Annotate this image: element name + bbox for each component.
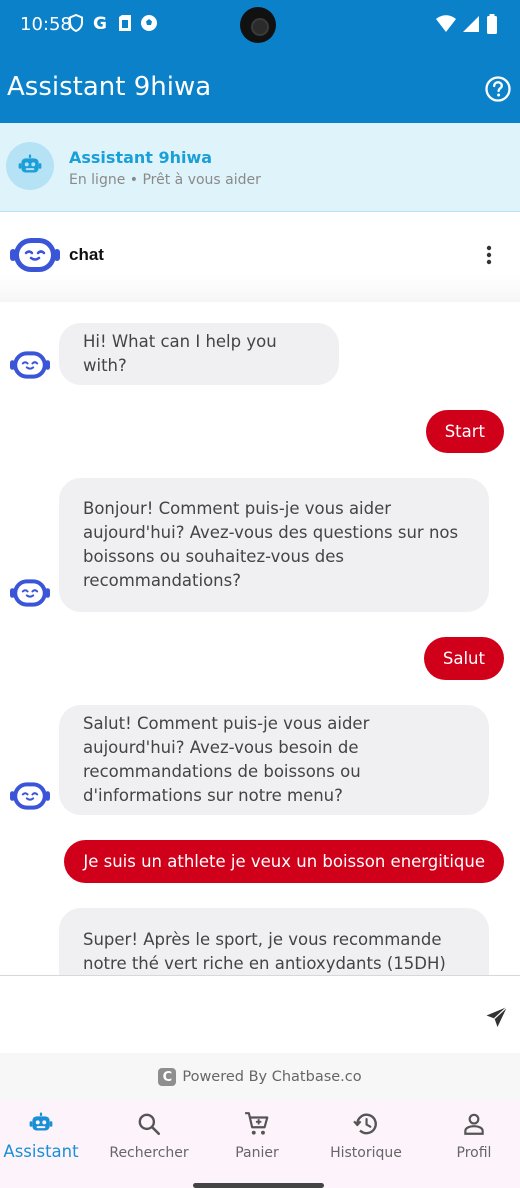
nav-item-historique[interactable]: Historique bbox=[314, 1101, 418, 1188]
nav-label: Panier bbox=[235, 1145, 279, 1161]
nav-item-assistant[interactable]: Assistant bbox=[0, 1101, 93, 1188]
history-icon bbox=[353, 1113, 377, 1135]
nav-label: Assistant bbox=[3, 1142, 79, 1161]
assistant-status: En ligne • Prêt à vous aider bbox=[69, 172, 261, 188]
nav-label: Profil bbox=[456, 1145, 492, 1161]
nav-item-profil[interactable]: Profil bbox=[422, 1101, 520, 1188]
powered-by-footer[interactable]: C Powered By Chatbase.co bbox=[0, 1053, 520, 1101]
bot-message: Bonjour! Comment puis-je vous aider aujo… bbox=[59, 478, 489, 612]
shield-icon bbox=[69, 14, 83, 32]
app-bar: 10:58 G Assistant 9hiwa bbox=[0, 0, 520, 123]
bot-message: Super! Après le sport, je vous recommand… bbox=[59, 908, 489, 975]
bot-message: Salut! Comment puis-je vous aider aujour… bbox=[59, 705, 489, 815]
powered-by-text: Powered By Chatbase.co bbox=[182, 1069, 362, 1085]
wifi-icon bbox=[436, 15, 456, 32]
help-button[interactable] bbox=[485, 76, 511, 102]
bot-avatar-icon bbox=[10, 351, 50, 379]
camera-cutout bbox=[240, 7, 276, 43]
message-input[interactable] bbox=[10, 986, 460, 1042]
nav-item-panier[interactable]: Panier bbox=[205, 1101, 309, 1188]
home-indicator[interactable] bbox=[193, 1183, 324, 1188]
sim-card-icon bbox=[119, 15, 131, 31]
person-icon bbox=[464, 1113, 484, 1135]
chat-widget-header: chat bbox=[0, 212, 520, 302]
user-message: Salut bbox=[423, 637, 504, 680]
nav-label: Historique bbox=[330, 1145, 402, 1161]
battery-icon bbox=[487, 14, 497, 34]
svg-text:G: G bbox=[93, 14, 107, 32]
signal-icon bbox=[463, 16, 479, 32]
message-list[interactable]: Hi! What can I help you with? Start Bonj… bbox=[0, 302, 520, 975]
nav-label: Rechercher bbox=[109, 1145, 189, 1161]
user-message: Start bbox=[425, 410, 504, 453]
message-composer bbox=[0, 975, 520, 1053]
send-button[interactable] bbox=[485, 1005, 509, 1029]
bot-avatar-icon bbox=[10, 579, 50, 607]
send-icon bbox=[486, 1006, 508, 1027]
assistant-name: Assistant 9hiwa bbox=[69, 148, 213, 167]
status-bar: 10:58 G bbox=[0, 0, 520, 50]
bot-avatar-icon bbox=[10, 782, 50, 810]
bot-message: Hi! What can I help you with? bbox=[59, 323, 339, 385]
assistant-avatar bbox=[6, 142, 54, 190]
robot-icon bbox=[18, 154, 42, 173]
chatbot-logo-icon bbox=[10, 238, 60, 272]
google-icon: G bbox=[93, 14, 107, 32]
more-vertical-icon bbox=[486, 245, 492, 265]
football-icon bbox=[141, 15, 157, 31]
chat-title: chat bbox=[69, 245, 104, 264]
nav-item-rechercher[interactable]: Rechercher bbox=[97, 1101, 201, 1188]
bottom-navigation: Assistant Rechercher Panier Historique P… bbox=[0, 1101, 520, 1188]
page-title: Assistant 9hiwa bbox=[7, 72, 212, 102]
user-message: Je suis un athlete je veux un boisson en… bbox=[64, 840, 504, 883]
help-circle-icon bbox=[485, 76, 511, 102]
status-time: 10:58 bbox=[20, 14, 72, 35]
robot-icon bbox=[29, 1112, 53, 1131]
chatbase-logo-icon: C bbox=[158, 1068, 177, 1086]
search-icon bbox=[138, 1113, 161, 1136]
more-options-button[interactable] bbox=[486, 245, 492, 265]
assistant-info-card: Assistant 9hiwa En ligne • Prêt à vous a… bbox=[0, 123, 520, 212]
cart-icon bbox=[245, 1112, 269, 1135]
